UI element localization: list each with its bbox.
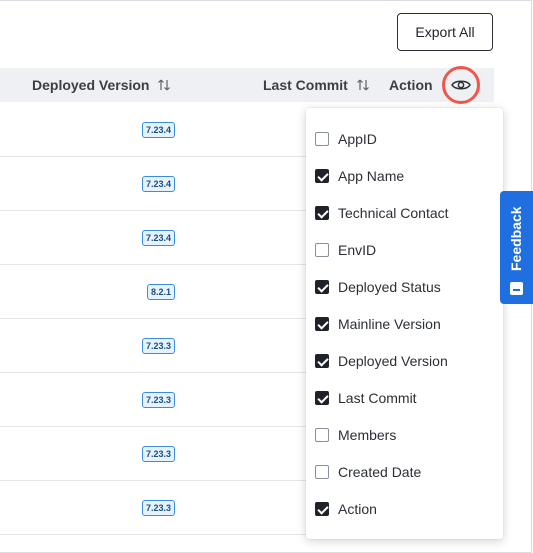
version-badge: 7.23.3: [141, 446, 175, 462]
column-option[interactable]: EnvID: [306, 231, 503, 268]
version-badge: 7.23.4: [141, 176, 175, 192]
column-header-label: Action: [389, 77, 433, 93]
column-option[interactable]: Technical Contact: [306, 194, 503, 231]
column-header-action: Action: [389, 68, 433, 102]
column-option-checkbox[interactable]: [315, 464, 329, 479]
column-option-label: AppID: [338, 130, 377, 147]
column-option-label: Mainline Version: [338, 315, 441, 332]
column-option-checkbox[interactable]: [315, 427, 329, 442]
column-option-checkbox[interactable]: [315, 316, 329, 331]
version-badge: 7.23.4: [141, 230, 175, 246]
column-option-checkbox[interactable]: [315, 168, 329, 183]
column-option-checkbox[interactable]: [315, 353, 329, 368]
column-visibility-button[interactable]: [442, 66, 480, 104]
column-option[interactable]: Last Commit: [306, 379, 503, 416]
version-badge: 7.23.4: [141, 122, 175, 138]
column-option-checkbox[interactable]: [315, 279, 329, 294]
sort-arrows-icon[interactable]: [356, 78, 370, 92]
feedback-tab[interactable]: Feedback: [500, 191, 533, 304]
column-option[interactable]: Action: [306, 490, 503, 527]
sort-arrows-icon[interactable]: [157, 78, 171, 92]
column-option-label: Deployed Status: [338, 278, 441, 295]
column-header-deployed-version[interactable]: Deployed Version: [32, 68, 171, 102]
version-badge: 7.23.3: [141, 500, 175, 516]
column-option[interactable]: Created Date: [306, 453, 503, 490]
column-option-label: App Name: [338, 167, 405, 184]
feedback-label: Feedback: [508, 206, 524, 272]
column-option-label: Created Date: [338, 463, 422, 480]
feedback-icon: [510, 282, 523, 295]
column-option-label: Action: [338, 500, 377, 517]
version-badge: 8.2.1: [146, 284, 175, 300]
column-option-checkbox[interactable]: [315, 390, 329, 405]
column-option[interactable]: Deployed Status: [306, 268, 503, 305]
column-option-checkbox[interactable]: [315, 242, 329, 257]
column-option-label: Members: [338, 426, 397, 443]
eye-icon: [451, 80, 471, 90]
column-option[interactable]: Members: [306, 416, 503, 453]
column-option[interactable]: Deployed Version: [306, 342, 503, 379]
column-option-label: Deployed Version: [338, 352, 448, 369]
column-option[interactable]: Mainline Version: [306, 305, 503, 342]
column-option-checkbox[interactable]: [315, 131, 329, 146]
column-header-label: Last Commit: [263, 77, 348, 93]
column-header-last-commit[interactable]: Last Commit: [263, 68, 370, 102]
column-option-label: Last Commit: [338, 389, 417, 406]
table-header: Deployed Version Last Commit Action: [0, 68, 494, 102]
version-badge: 7.23.3: [141, 392, 175, 408]
column-visibility-menu: AppID App Name Technical Contact EnvID Deplo…: [306, 108, 503, 539]
export-all-button[interactable]: Export All: [397, 13, 493, 51]
column-option[interactable]: AppID: [306, 120, 503, 157]
column-option[interactable]: App Name: [306, 157, 503, 194]
column-option-label: Technical Contact: [338, 204, 449, 221]
column-option-checkbox[interactable]: [315, 205, 329, 220]
column-header-label: Deployed Version: [32, 77, 150, 93]
column-option-label: EnvID: [338, 241, 377, 258]
version-badge: 7.23.3: [141, 338, 175, 354]
column-option-checkbox[interactable]: [315, 501, 329, 516]
